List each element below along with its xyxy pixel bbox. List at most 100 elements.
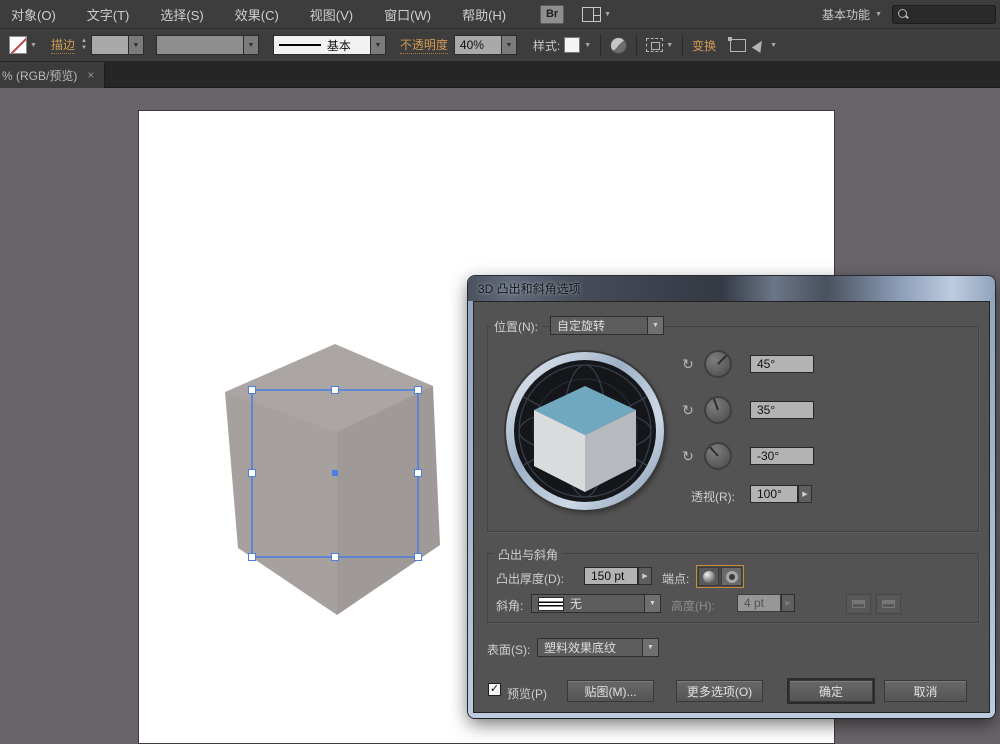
fill-none-swatch[interactable]: [9, 36, 27, 54]
map-art-button[interactable]: 贴图(M)...: [567, 680, 654, 702]
surface-value: 塑料效果底纹: [544, 639, 616, 656]
select-similar-icon[interactable]: [752, 38, 766, 53]
divider: [600, 34, 601, 56]
flyout-arrow-icon: ▶: [642, 572, 647, 580]
bounding-box-icon[interactable]: [730, 39, 746, 52]
perspective-field[interactable]: 100°: [750, 485, 798, 503]
bevel-extent-out-icon: [852, 600, 865, 608]
menu-item[interactable]: 帮助(H): [451, 5, 517, 24]
ok-button[interactable]: 确定: [789, 680, 873, 702]
chevron-down-icon[interactable]: ▼: [30, 42, 37, 49]
flyout-arrow-icon: ▶: [802, 490, 807, 498]
position-value: 自定旋转: [557, 317, 605, 334]
chevron-down-icon: ▼: [647, 644, 654, 651]
chevron-down-icon[interactable]: ▼: [666, 42, 673, 49]
illustrator-window: 对象(O) 文字(T) 选择(S) 效果(C) 视图(V) 窗口(W) 帮助(H) Br ▼…: [0, 0, 1000, 744]
width-profile-dropdown[interactable]: ▼: [156, 35, 259, 55]
rotate-x-icon: ↻: [678, 356, 698, 373]
cap-button-group: [696, 565, 744, 588]
rotate-y-value: 35°: [757, 403, 775, 417]
chevron-down-icon[interactable]: ▼: [584, 42, 591, 49]
perspective-value: 100°: [757, 487, 782, 501]
menu-item[interactable]: 对象(O): [0, 5, 67, 24]
bridge-button[interactable]: Br: [540, 5, 564, 24]
menu-item[interactable]: 效果(C): [224, 5, 290, 24]
bevel-label: 斜角:: [496, 597, 523, 614]
document-tab-bar: % (RGB/预览) ×: [0, 62, 1000, 88]
rotate-y-dial[interactable]: [704, 396, 732, 424]
bevel-height-slider-button: ▶: [781, 594, 795, 612]
menu-item[interactable]: 视图(V): [299, 5, 364, 24]
perspective-label: 透视(R):: [691, 488, 735, 505]
chevron-down-icon: ▼: [604, 11, 611, 18]
surface-dropdown[interactable]: 塑料效果底纹 ▼: [537, 638, 659, 657]
cancel-button[interactable]: 取消: [884, 680, 967, 702]
menu-item[interactable]: 文字(T): [76, 5, 141, 24]
search-input[interactable]: [892, 5, 996, 24]
more-options-button[interactable]: 更多选项(O): [676, 680, 763, 702]
opacity-link[interactable]: 不透明度: [400, 36, 448, 54]
chevron-down-icon: ▼: [132, 42, 139, 49]
stroke-link[interactable]: 描边: [51, 36, 75, 54]
rotate-x-dial[interactable]: [704, 350, 732, 378]
position-dropdown[interactable]: 自定旋转 ▼: [550, 316, 664, 335]
chevron-down-icon: ▼: [247, 42, 254, 49]
surface-label: 表面(S):: [487, 641, 530, 658]
chevron-down-icon: ▼: [649, 600, 656, 607]
stepper-up-icon: ▲: [81, 39, 87, 44]
rotate-x-value: 45°: [757, 357, 775, 371]
extrude-depth-field[interactable]: 150 pt: [584, 567, 638, 585]
workspace-switcher[interactable]: 基本功能 ▼: [822, 6, 882, 23]
dialog-title-bar[interactable]: 3D 凸出和斜角选项: [468, 276, 995, 301]
menu-items: 对象(O) 文字(T) 选择(S) 效果(C) 视图(V) 窗口(W) 帮助(H): [0, 5, 526, 24]
rotate-z-field[interactable]: -30°: [750, 447, 814, 465]
bevel-height-value: 4 pt: [744, 596, 764, 610]
track-cube-widget[interactable]: [506, 352, 664, 510]
perspective-slider-button[interactable]: ▶: [798, 485, 812, 503]
rotate-y-field[interactable]: 35°: [750, 401, 814, 419]
recolor-artwork-icon[interactable]: [610, 37, 627, 54]
bevel-preview-swatch: [538, 597, 564, 611]
stroke-weight-stepper[interactable]: ▲ ▼: [81, 39, 87, 51]
close-icon[interactable]: ×: [87, 68, 94, 82]
dialog-frame: 位置(N): 自定旋转 ▼: [468, 301, 995, 718]
divider: [636, 34, 637, 56]
select-options-icon[interactable]: [646, 38, 663, 52]
preview-cube: [534, 386, 636, 492]
transform-link[interactable]: 变换: [692, 37, 716, 54]
brush-definition-dropdown[interactable]: 基本 ▼: [273, 35, 386, 55]
rotate-y-icon: ↻: [678, 402, 698, 419]
check-icon: ✓: [490, 684, 499, 695]
chevron-down-icon: ▼: [374, 42, 381, 49]
cap-solid-button[interactable]: [698, 567, 719, 586]
bevel-height-label: 高度(H):: [671, 597, 715, 614]
search-icon: [898, 9, 909, 20]
bevel-extent-out-button: [846, 594, 871, 614]
preview-checkbox[interactable]: ✓: [488, 683, 501, 696]
chevron-down-icon[interactable]: ▼: [770, 42, 777, 49]
rotate-z-dial[interactable]: [704, 442, 732, 470]
bevel-height-field: 4 pt: [737, 594, 781, 612]
stroke-weight-dropdown[interactable]: ▼: [91, 35, 144, 55]
position-label: 位置(N):: [490, 318, 542, 335]
extrude-depth-slider-button[interactable]: ▶: [638, 567, 652, 585]
chevron-down-icon: ▼: [505, 42, 512, 49]
stepper-down-icon: ▼: [81, 46, 87, 51]
rotate-x-field[interactable]: 45°: [750, 355, 814, 373]
arrange-documents-button[interactable]: ▼: [582, 7, 611, 22]
opacity-value: 40%: [460, 38, 484, 52]
dialog-content: 位置(N): 自定旋转 ▼: [473, 301, 990, 713]
opacity-dropdown[interactable]: 40% ▼: [454, 35, 517, 55]
preview-label: 预览(P): [507, 685, 547, 702]
menu-item[interactable]: 选择(S): [149, 5, 214, 24]
cap-hollow-button[interactable]: [721, 567, 742, 586]
document-tab[interactable]: % (RGB/预览) ×: [0, 62, 105, 88]
bevel-extent-in-icon: [882, 600, 895, 608]
bevel-dropdown[interactable]: 无 ▼: [531, 594, 661, 613]
style-swatch[interactable]: [564, 37, 580, 53]
dialog-title: 3D 凸出和斜角选项: [478, 280, 581, 297]
bevel-extent-in-button: [876, 594, 901, 614]
control-bar: ▼ 描边 ▲ ▼ ▼ ▼ 基本 ▼ 不透明度 40% ▼ 样式:: [0, 28, 1000, 62]
menu-item[interactable]: 窗口(W): [373, 5, 442, 24]
arrange-documents-icon: [582, 7, 601, 22]
